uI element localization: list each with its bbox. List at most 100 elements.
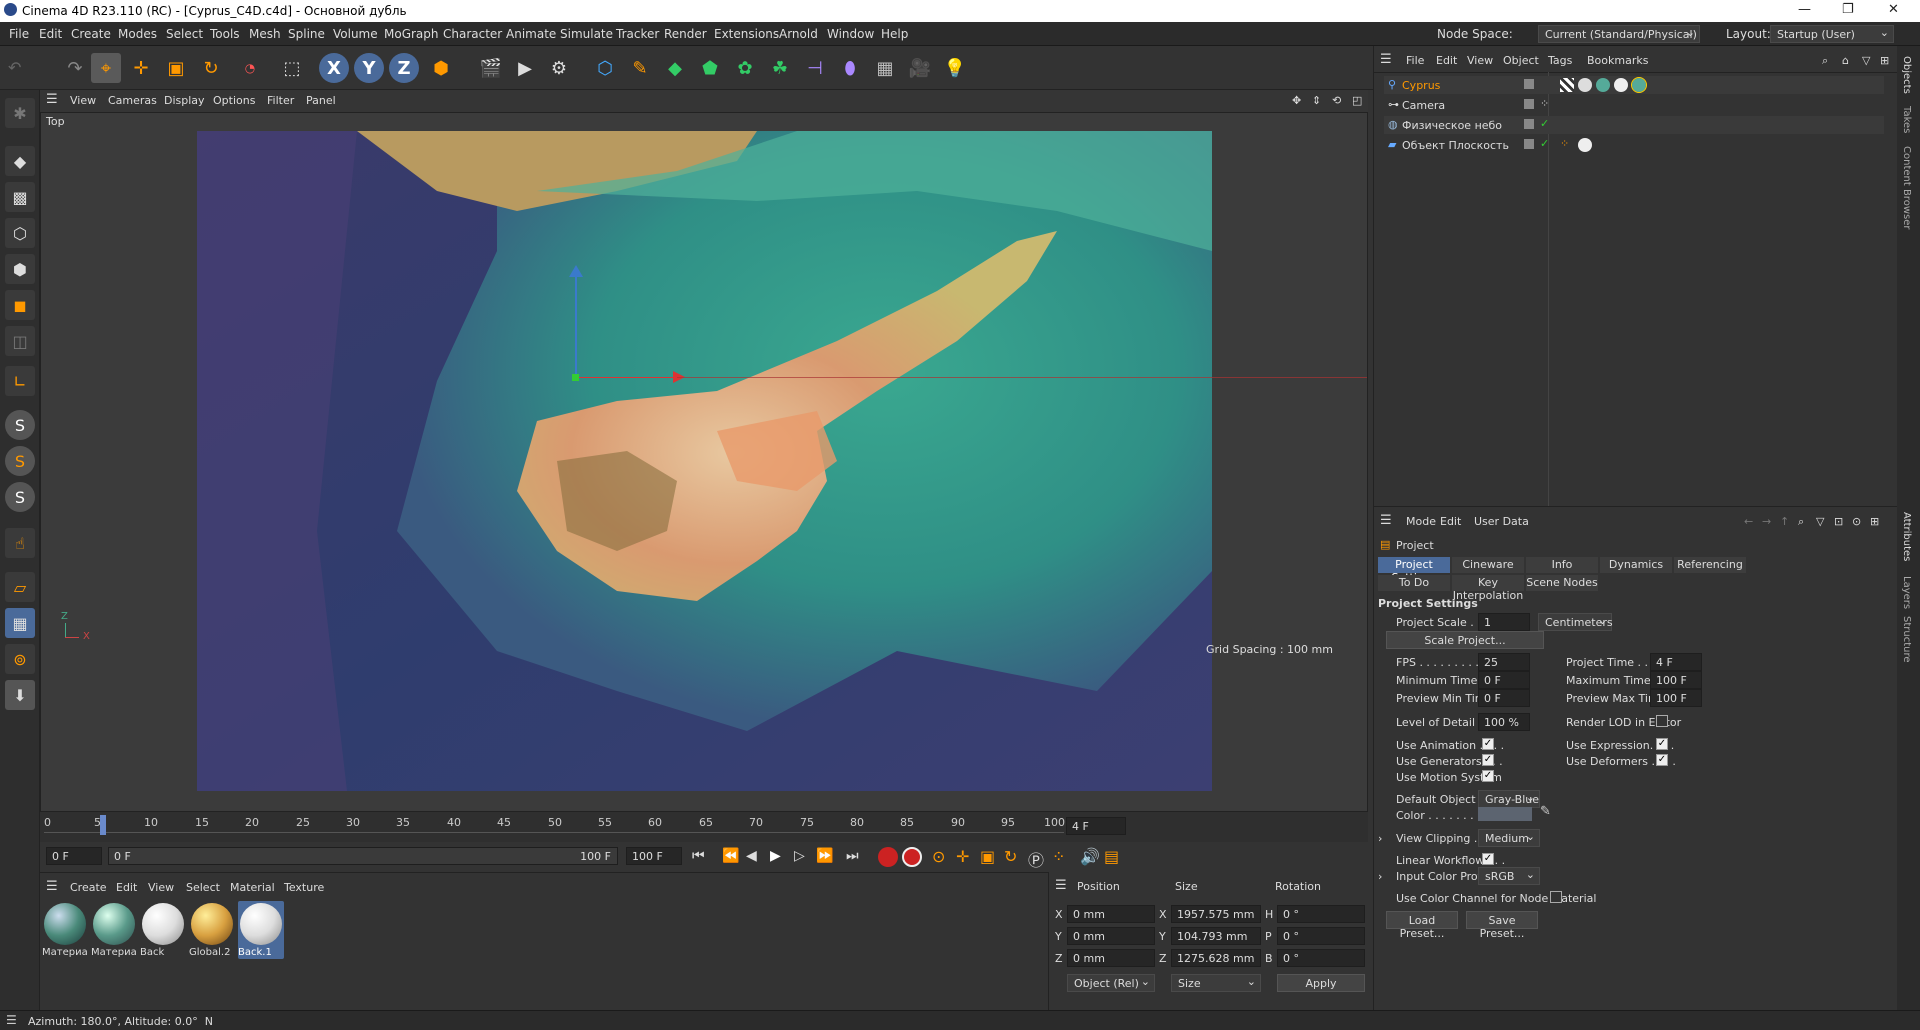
restore-icon[interactable]: ❐: [1842, 2, 1854, 17]
prev-max-field[interactable]: 100 F: [1650, 689, 1702, 707]
subdivision-icon[interactable]: ◆: [660, 53, 690, 83]
hamburger-icon[interactable]: ☰: [46, 92, 58, 107]
move-select-icon[interactable]: ⌖: [91, 53, 121, 83]
extrude-icon[interactable]: ⬟: [695, 53, 725, 83]
side-tab-content-browser[interactable]: Content Browser: [1901, 146, 1912, 229]
workplane-icon[interactable]: ▱: [5, 572, 35, 602]
vp-menu-filter[interactable]: Filter: [267, 94, 294, 107]
side-tab-objects[interactable]: Objects: [1901, 56, 1912, 94]
fps-field[interactable]: 25: [1478, 653, 1530, 671]
input-profile-dropdown[interactable]: sRGB: [1478, 867, 1540, 885]
apply-button[interactable]: Apply: [1277, 974, 1365, 992]
tab-todo[interactable]: To Do: [1378, 575, 1450, 591]
camera-tag-icon[interactable]: ⁘: [1540, 97, 1549, 110]
timeline-ruler[interactable]: 0 5 10 15 20 25 30 35 40 45 50 55 60 65 …: [40, 812, 1368, 842]
cloner-icon[interactable]: ☘: [765, 53, 795, 83]
prev-min-field[interactable]: 0 F: [1478, 689, 1530, 707]
attr-menu-mode[interactable]: Mode: [1406, 515, 1436, 528]
filter-icon[interactable]: ▽: [1816, 515, 1824, 528]
start-frame-field[interactable]: 0 F: [46, 847, 102, 865]
zoom-icon[interactable]: ⇕: [1312, 94, 1321, 107]
node-material-checkbox[interactable]: [1550, 891, 1562, 903]
material-item[interactable]: Back: [140, 901, 186, 959]
pos-x-field[interactable]: 0 mm: [1067, 905, 1155, 923]
cube-icon[interactable]: ⬡: [590, 53, 620, 83]
obj-menu-object[interactable]: Object: [1503, 54, 1539, 67]
floor-icon[interactable]: ▦: [870, 53, 900, 83]
x-axis-handle[interactable]: [577, 377, 677, 378]
menu-edit[interactable]: Edit: [39, 27, 62, 41]
next-frame-icon[interactable]: ▷: [794, 848, 805, 864]
current-frame-field[interactable]: 4 F: [1066, 817, 1126, 835]
pos-y-field[interactable]: 0 mm: [1067, 927, 1155, 945]
visibility-icon[interactable]: [1524, 139, 1534, 149]
eyedropper-icon[interactable]: ✎: [1540, 804, 1551, 819]
menu-arnold[interactable]: Arnold: [779, 27, 818, 41]
y-axis-handle[interactable]: [575, 273, 577, 379]
side-tab-layers[interactable]: Layers: [1901, 576, 1912, 609]
mat-menu-create[interactable]: Create: [70, 881, 107, 894]
vp-menu-display[interactable]: Display: [164, 94, 205, 107]
render-view-icon[interactable]: 🎬: [476, 53, 506, 83]
menu-character[interactable]: Character: [443, 27, 502, 41]
size-z-field[interactable]: 1275.628 mm: [1171, 949, 1261, 967]
menu-create[interactable]: Create: [71, 27, 111, 41]
edges-mode-icon[interactable]: ⬢: [5, 254, 35, 284]
y-axis-icon[interactable]: Y: [354, 53, 384, 83]
preview-range-slider[interactable]: 0 F 100 F: [108, 847, 618, 865]
enabled-check-icon[interactable]: ✓: [1540, 117, 1549, 130]
mat-menu-select[interactable]: Select: [186, 881, 220, 894]
render-lod-checkbox[interactable]: [1656, 715, 1668, 727]
solo-hierarchy-icon[interactable]: S: [5, 482, 35, 512]
minimize-icon[interactable]: —: [1798, 2, 1811, 17]
rotate-view-icon[interactable]: ⟲: [1332, 94, 1341, 107]
forward-icon[interactable]: →: [1762, 515, 1771, 528]
obj-menu-tags[interactable]: Tags: [1548, 54, 1572, 67]
obj-menu-view[interactable]: View: [1467, 54, 1493, 67]
material-item-selected[interactable]: Back.1: [238, 901, 284, 959]
attr-menu-userdata[interactable]: User Data: [1474, 515, 1529, 528]
viewport[interactable]: Top Z X Grid Spacing: 100 mm: [40, 112, 1368, 812]
visibility-icon[interactable]: [1524, 79, 1534, 89]
menu-mograph[interactable]: MoGraph: [384, 27, 439, 41]
obj-menu-edit[interactable]: Edit: [1436, 54, 1457, 67]
attr-menu-edit[interactable]: Edit: [1440, 515, 1461, 528]
uv-mode-icon[interactable]: ◫: [5, 326, 35, 356]
object-row[interactable]: ▰ Объект Плоскость ✓ ⁘: [1384, 136, 1884, 154]
floor-snap-icon[interactable]: ⬇: [5, 680, 35, 710]
next-key-icon[interactable]: ⏩: [816, 848, 833, 864]
add-panel-icon[interactable]: ⊞: [1870, 515, 1879, 528]
menu-modes[interactable]: Modes: [118, 27, 157, 41]
search-icon[interactable]: ⌕: [1822, 54, 1828, 68]
menu-tracker[interactable]: Tracker: [616, 27, 659, 41]
filter-icon[interactable]: ▽: [1862, 54, 1870, 67]
material-tag-icon[interactable]: [1631, 77, 1647, 93]
lod-field[interactable]: 100 %: [1478, 713, 1530, 731]
linear-workflow-checkbox[interactable]: ✓: [1482, 853, 1494, 865]
tab-dynamics[interactable]: Dynamics: [1600, 557, 1672, 573]
menu-window[interactable]: Window: [827, 27, 874, 41]
material-tag-icon[interactable]: [1596, 78, 1610, 92]
mograph-icon[interactable]: ✿: [730, 53, 760, 83]
project-time-field[interactable]: 4 F: [1650, 653, 1702, 671]
model-mode-icon[interactable]: ◆: [5, 146, 35, 176]
size-x-field[interactable]: 1957.575 mm: [1171, 905, 1261, 923]
scale-project-button[interactable]: Scale Project...: [1386, 631, 1544, 649]
material-tag-icon[interactable]: [1614, 78, 1628, 92]
redo-icon[interactable]: ↷: [60, 53, 90, 83]
points-mode-icon[interactable]: ⬡: [5, 218, 35, 248]
object-center-handle[interactable]: [572, 374, 579, 381]
autokey-icon[interactable]: [902, 847, 922, 867]
menu-animate[interactable]: Animate: [506, 27, 556, 41]
menu-extensions[interactable]: Extensions: [714, 27, 779, 41]
tab-project-settings[interactable]: Project Settings: [1378, 557, 1450, 584]
camera-icon[interactable]: 🎥: [905, 53, 935, 83]
maximize-view-icon[interactable]: ◰: [1352, 94, 1362, 107]
keyframe-selection-icon[interactable]: ⊙: [932, 847, 945, 866]
material-item[interactable]: Материа: [91, 901, 137, 959]
obj-menu-bookmarks[interactable]: Bookmarks: [1587, 54, 1648, 67]
tab-scene-nodes[interactable]: Scene Nodes: [1526, 575, 1598, 591]
playhead[interactable]: [100, 815, 106, 835]
layout-dropdown[interactable]: Startup (User): [1770, 25, 1894, 43]
lock-workplane-icon[interactable]: ⊚: [5, 644, 35, 674]
